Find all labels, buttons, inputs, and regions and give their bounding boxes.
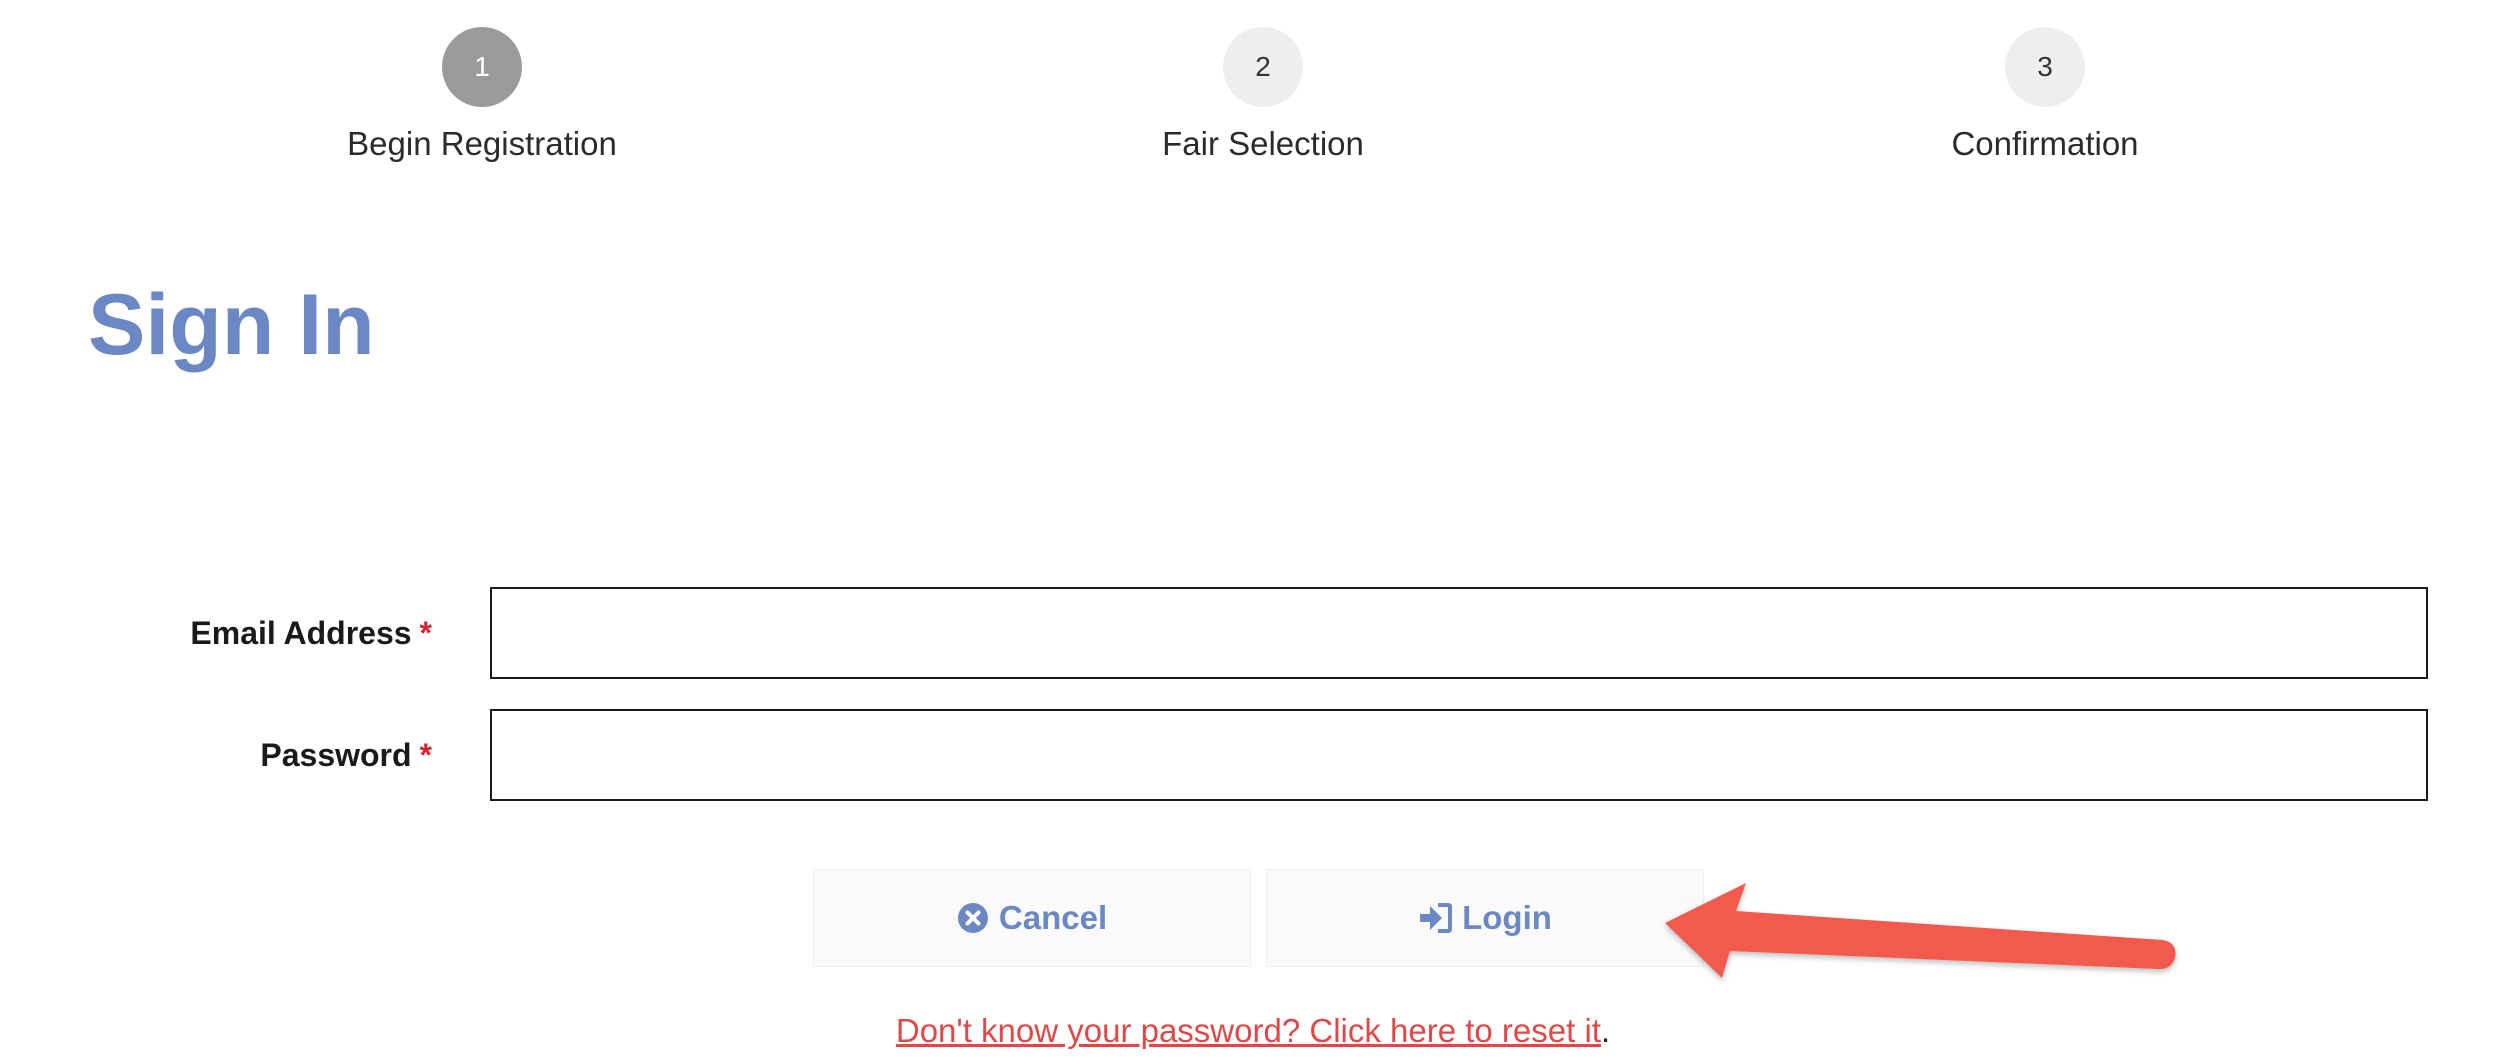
- step-number-badge: 3: [2005, 27, 2085, 107]
- password-field[interactable]: [490, 709, 2428, 801]
- password-label-text: Password: [260, 737, 412, 773]
- times-circle-icon: [957, 902, 989, 934]
- reset-suffix: .: [1600, 1012, 1611, 1049]
- password-label: Password *: [260, 709, 432, 801]
- login-button[interactable]: Login: [1266, 869, 1704, 967]
- step-label: Confirmation: [1951, 125, 2139, 162]
- email-row: Email Address *: [0, 587, 2506, 679]
- step-fair-selection: 2 Fair Selection: [963, 27, 1563, 164]
- reset-password-line: Don't know your password? Click here to …: [0, 1010, 2506, 1052]
- step-number-badge: 1: [442, 27, 522, 107]
- page-title: Sign In: [88, 277, 375, 373]
- sign-in-icon: [1418, 903, 1453, 933]
- cancel-button[interactable]: Cancel: [813, 869, 1251, 967]
- required-marker: *: [419, 615, 432, 651]
- required-marker: *: [419, 737, 432, 773]
- login-button-label: Login: [1462, 899, 1552, 936]
- step-begin-registration: 1 Begin Registration: [182, 27, 782, 164]
- reset-password-link[interactable]: Don't know your password? Click here to …: [896, 1012, 1601, 1049]
- email-field[interactable]: [490, 587, 2428, 679]
- cancel-button-label: Cancel: [998, 899, 1108, 936]
- step-number-badge: 2: [1223, 27, 1303, 107]
- step-label: Fair Selection: [1162, 125, 1364, 162]
- email-label-text: Email Address: [190, 615, 412, 651]
- step-confirmation: 3 Confirmation: [1745, 27, 2345, 164]
- step-label: Begin Registration: [347, 125, 617, 162]
- password-row: Password *: [0, 709, 2506, 801]
- email-label: Email Address *: [190, 587, 432, 679]
